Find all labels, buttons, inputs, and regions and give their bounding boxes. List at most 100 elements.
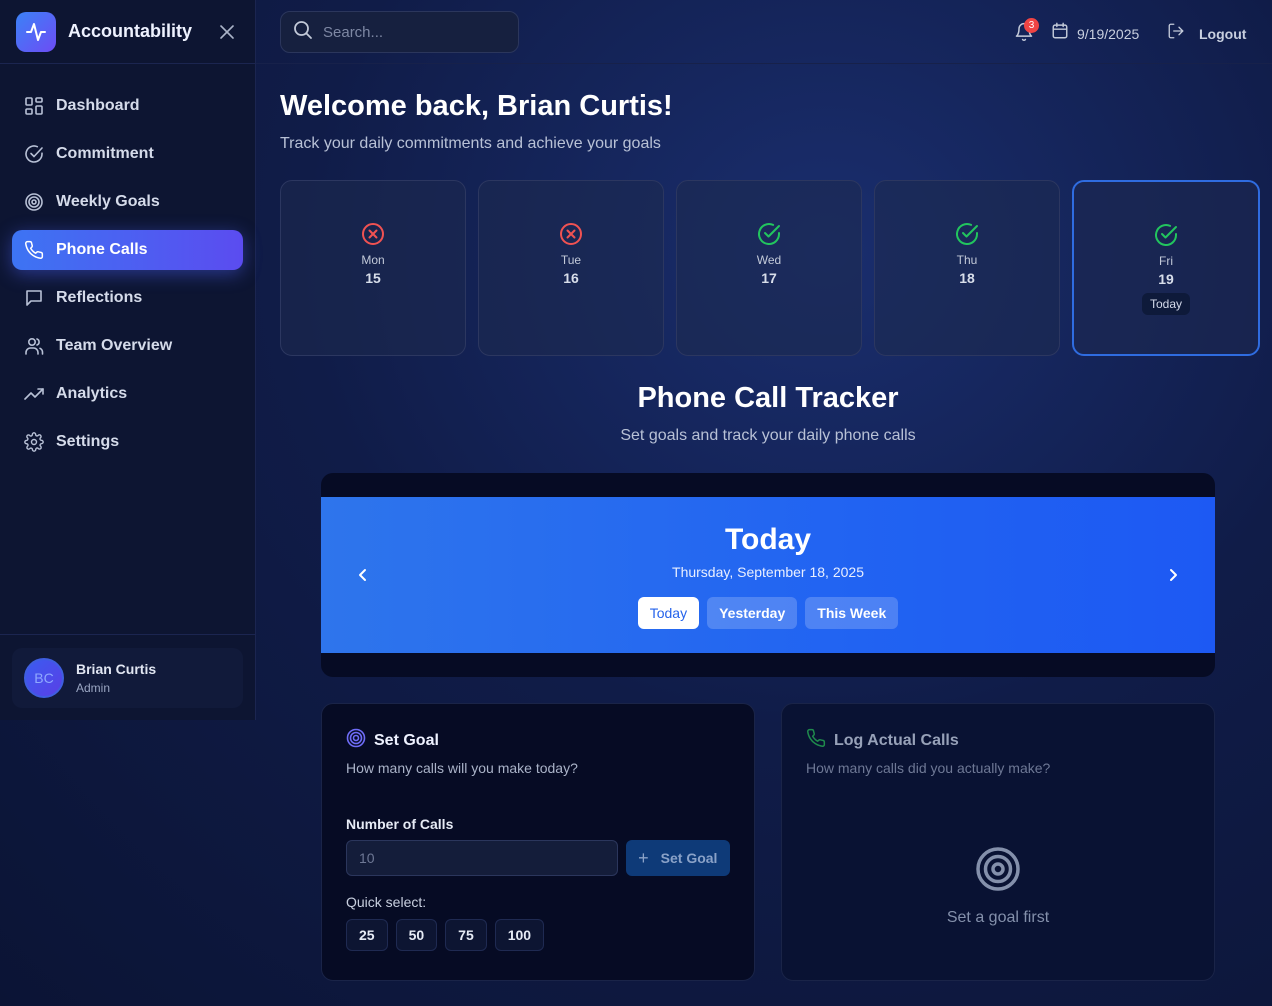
logout-icon	[1167, 22, 1185, 45]
sidebar-item-phone-calls[interactable]: Phone Calls	[12, 230, 243, 270]
day-card-wed[interactable]: Wed 17	[676, 180, 862, 356]
day-name: Mon	[361, 253, 385, 267]
log-calls-subtitle: How many calls did you actually make?	[806, 760, 1051, 776]
sidebar-item-label: Weekly Goals	[56, 193, 160, 210]
quick-select-75[interactable]: 75	[445, 919, 487, 951]
set-goal-button-label: Set Goal	[660, 850, 718, 866]
search-box[interactable]	[280, 11, 519, 53]
search-input[interactable]	[323, 23, 503, 41]
sidebar-nav: Dashboard Commitment Weekly Goals Phone …	[0, 64, 255, 462]
sidebar-item-label: Team Overview	[56, 337, 173, 354]
sidebar-item-dashboard[interactable]: Dashboard	[12, 86, 243, 126]
avatar: BC	[24, 658, 64, 698]
check-circle-icon	[758, 223, 780, 246]
quick-select-label: Quick select:	[346, 894, 427, 910]
date-text: 9/19/2025	[1077, 25, 1140, 42]
sidebar-item-weekly-goals[interactable]: Weekly Goals	[12, 182, 243, 222]
set-goal-button[interactable]: + Set Goal	[625, 840, 730, 876]
search-icon	[293, 20, 313, 45]
log-calls-title: Log Actual Calls	[834, 731, 959, 749]
range-today-button[interactable]: Today	[637, 597, 700, 629]
user-card[interactable]: BC Brian Curtis Admin	[12, 648, 243, 708]
message-icon	[24, 288, 44, 308]
phone-icon	[24, 240, 44, 260]
target-icon	[346, 728, 366, 753]
sidebar-item-commitment[interactable]: Commitment	[12, 134, 243, 174]
day-card-tue[interactable]: Tue 16	[478, 180, 664, 356]
log-calls-card: Log Actual Calls How many calls did you …	[781, 703, 1215, 981]
sidebar-item-label: Reflections	[56, 289, 143, 306]
chevron-right-icon[interactable]	[1161, 563, 1185, 587]
set-goal-card: Set Goal How many calls will you make to…	[321, 703, 755, 981]
sidebar-item-label: Commitment	[56, 145, 154, 162]
sidebar: Accountability Dashboard Commitment Week…	[0, 0, 256, 720]
plus-icon: +	[638, 847, 649, 868]
range-buttons: Today Yesterday This Week	[321, 597, 1215, 629]
sidebar-item-label: Settings	[56, 433, 120, 450]
user-name: Brian Curtis	[76, 661, 157, 677]
banner-date: Thursday, September 18, 2025	[672, 564, 864, 580]
target-icon	[24, 192, 44, 212]
page-subtitle: Track your daily commitments and achieve…	[280, 135, 661, 152]
current-date: 9/19/2025	[1051, 22, 1139, 45]
page-title: Welcome back, Brian Curtis!	[280, 90, 673, 122]
sidebar-item-settings[interactable]: Settings	[12, 422, 243, 462]
range-yesterday-button[interactable]: Yesterday	[707, 597, 798, 629]
check-circle-icon	[1155, 224, 1177, 247]
notification-badge: 3	[1024, 18, 1039, 33]
date-selector-panel: Today Thursday, September 18, 2025 Today…	[321, 473, 1215, 677]
logout-label: Logout	[1199, 25, 1247, 42]
day-card-thu[interactable]: Thu 18	[874, 180, 1060, 356]
day-name: Fri	[1159, 254, 1173, 268]
sidebar-header: Accountability	[0, 0, 255, 64]
empty-state-text: Set a goal first	[946, 909, 1050, 926]
day-number: 19	[1158, 271, 1174, 287]
sidebar-item-analytics[interactable]: Analytics	[12, 374, 243, 414]
close-icon[interactable]	[215, 20, 239, 44]
check-circle-icon	[956, 223, 978, 246]
tracker-subtitle: Set goals and track your daily phone cal…	[620, 427, 916, 444]
users-icon	[24, 336, 44, 356]
sidebar-divider	[0, 634, 255, 635]
grid-icon	[24, 96, 44, 116]
week-strip: Mon 15 Tue 16 Wed 17 Thu 18 Fri 19 Today	[280, 180, 1260, 356]
quick-select-25[interactable]: 25	[346, 919, 388, 951]
x-circle-icon	[560, 223, 582, 245]
gear-icon	[24, 432, 44, 452]
day-name: Tue	[560, 253, 582, 267]
trend-icon	[24, 384, 44, 404]
banner-title: Today	[724, 523, 812, 556]
set-goal-title: Set Goal	[374, 731, 439, 749]
day-name: Wed	[756, 253, 782, 267]
number-of-calls-label: Number of Calls	[346, 816, 454, 832]
check-circle-icon	[24, 144, 44, 164]
set-goal-subtitle: How many calls will you make today?	[346, 760, 578, 776]
quick-select-50[interactable]: 50	[395, 919, 438, 951]
target-icon	[975, 846, 1021, 897]
quick-select-options: 25 50 75 100	[346, 919, 730, 951]
activity-icon	[16, 11, 56, 52]
day-number: 17	[761, 270, 777, 286]
day-number: 15	[365, 270, 381, 286]
sidebar-item-label: Dashboard	[56, 97, 140, 114]
sidebar-item-label: Phone Calls	[56, 241, 148, 258]
sidebar-item-label: Analytics	[56, 385, 128, 402]
day-card-fri[interactable]: Fri 19 Today	[1072, 180, 1260, 356]
sidebar-item-reflections[interactable]: Reflections	[12, 278, 243, 318]
day-name: Thu	[956, 253, 978, 267]
range-this-week-button[interactable]: This Week	[805, 597, 899, 629]
sidebar-item-team-overview[interactable]: Team Overview	[12, 326, 243, 366]
quick-select-100[interactable]: 100	[494, 919, 545, 951]
today-badge: Today	[1141, 293, 1191, 315]
date-banner: Today Thursday, September 18, 2025 Today…	[321, 497, 1215, 653]
phone-icon	[806, 728, 826, 753]
topbar: 3 9/19/2025 Logout	[256, 0, 1272, 64]
empty-state: Set a goal first	[782, 846, 1214, 927]
calendar-icon	[1051, 22, 1069, 45]
calls-goal-input[interactable]	[346, 840, 618, 876]
logout-button[interactable]: Logout	[1167, 22, 1246, 45]
app-title: Accountability	[68, 21, 193, 41]
day-number: 18	[959, 270, 975, 286]
tracker-title: Phone Call Tracker	[637, 382, 899, 414]
day-card-mon[interactable]: Mon 15	[280, 180, 466, 356]
